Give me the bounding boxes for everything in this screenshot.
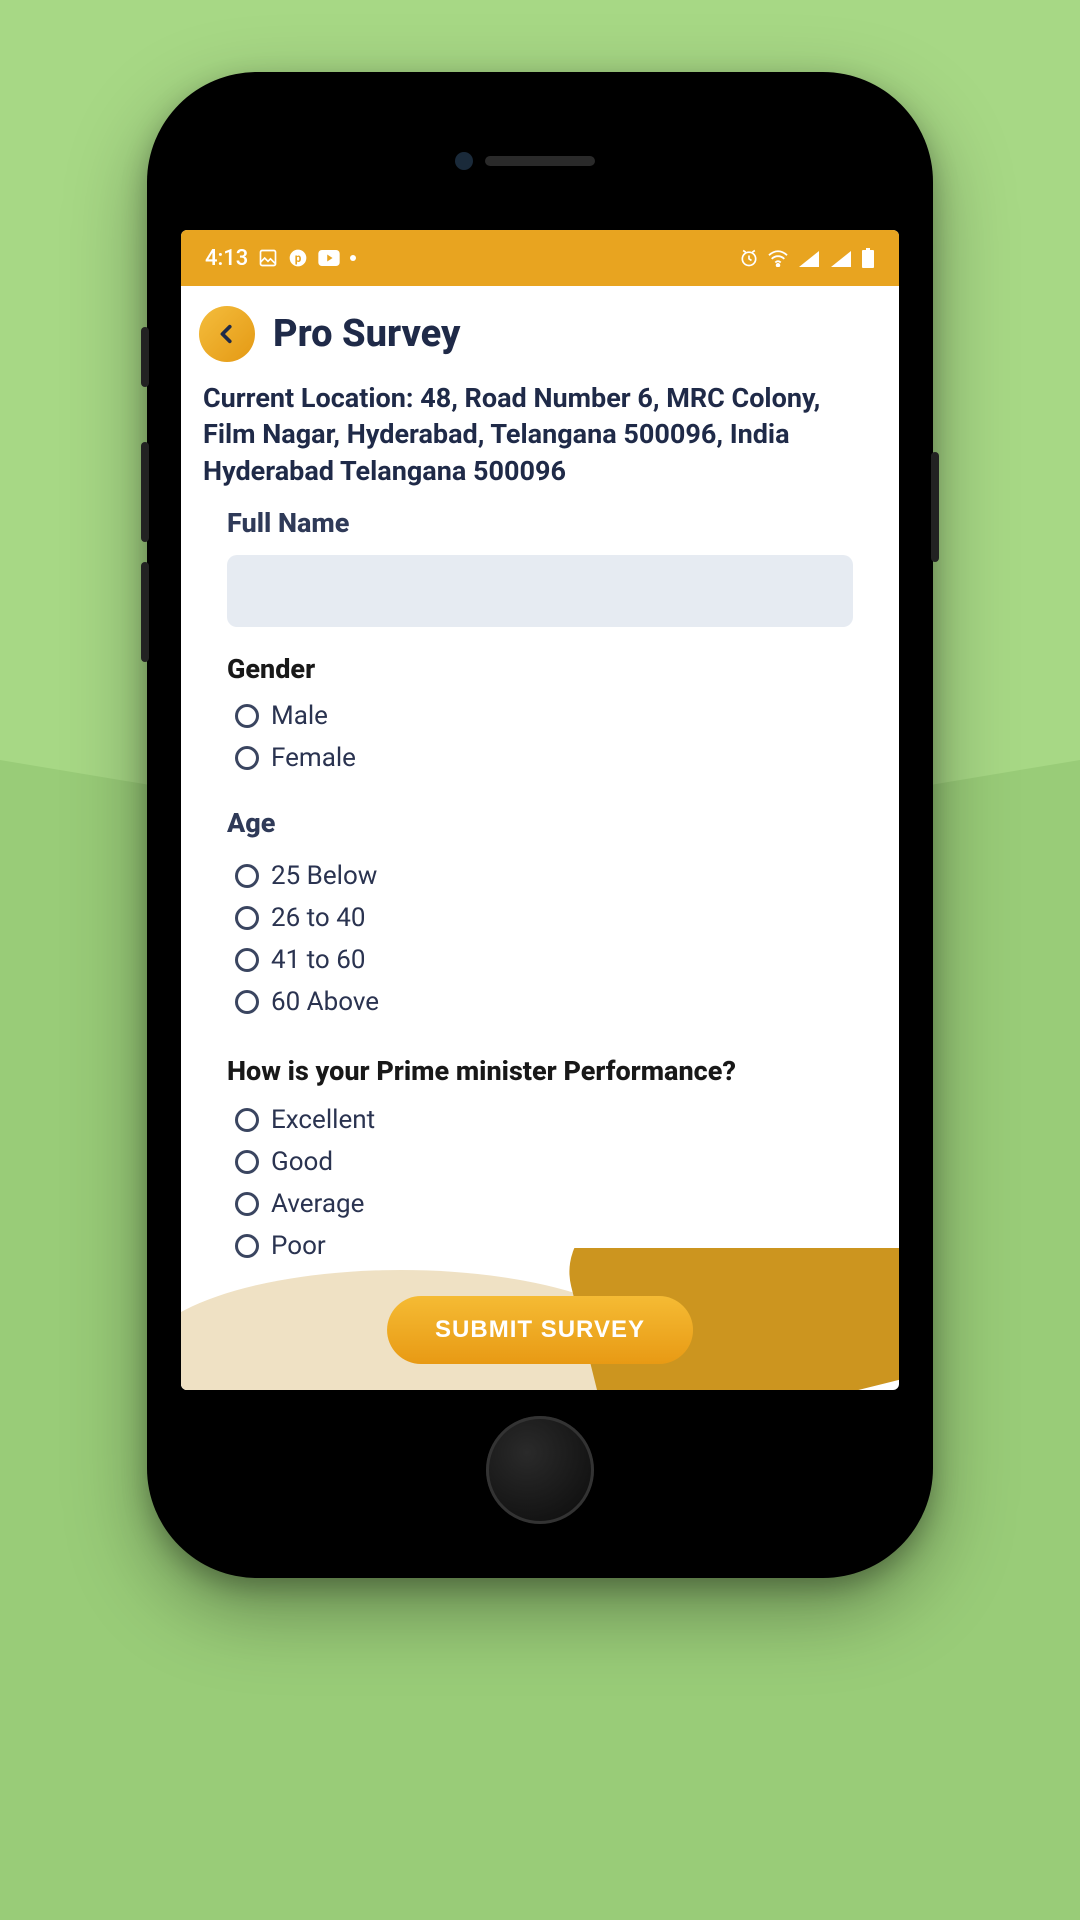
radio-label: Average [271, 1189, 364, 1219]
pm-performance-label: How is your Prime minister Performance? [227, 1055, 853, 1089]
phone-camera [455, 152, 473, 170]
svg-text:p: p [295, 251, 302, 265]
radio-label: Good [271, 1147, 333, 1177]
radio-label: 25 Below [271, 861, 377, 891]
radio-icon [235, 1150, 259, 1174]
radio-label: Female [271, 743, 356, 773]
radio-age-26-40[interactable]: 26 to 40 [235, 897, 853, 939]
back-button[interactable] [199, 306, 255, 362]
screen: 4:13 p [181, 230, 899, 1390]
submit-survey-button[interactable]: SUBMIT SURVEY [387, 1296, 693, 1364]
status-time: 4:13 [205, 246, 248, 271]
radio-pm-good[interactable]: Good [235, 1141, 853, 1183]
status-left: 4:13 p [205, 246, 356, 271]
battery-icon [861, 248, 875, 268]
current-location-text: Current Location: 48, Road Number 6, MRC… [203, 380, 877, 489]
radio-age-25-below[interactable]: 25 Below [235, 855, 853, 897]
radio-gender-male[interactable]: Male [235, 695, 853, 737]
status-bar: 4:13 p [181, 230, 899, 286]
status-right [739, 248, 875, 268]
phone-bezel: 4:13 p [165, 90, 915, 1560]
age-options: 25 Below 26 to 40 41 to 60 60 Above [227, 855, 853, 1023]
radio-icon [235, 1192, 259, 1216]
radio-label: 41 to 60 [271, 945, 365, 975]
radio-icon [235, 746, 259, 770]
full-name-label: Full Name [227, 507, 853, 539]
radio-icon [235, 990, 259, 1014]
page-header: Pro Survey [181, 286, 899, 374]
survey-form: Full Name Gender Male Female Age [203, 507, 877, 1267]
full-name-input[interactable] [227, 555, 853, 627]
call-signal-1-icon [797, 249, 821, 267]
radio-label: 26 to 40 [271, 903, 365, 933]
wifi-icon [767, 249, 789, 267]
app-p-icon: p [288, 248, 308, 268]
phone-side-button [931, 452, 939, 562]
radio-gender-female[interactable]: Female [235, 737, 853, 779]
page-title: Pro Survey [273, 312, 460, 356]
alarm-icon [739, 248, 759, 268]
image-icon [258, 248, 278, 268]
home-button[interactable] [486, 1416, 594, 1524]
radio-icon [235, 704, 259, 728]
radio-icon [235, 906, 259, 930]
youtube-icon [318, 250, 340, 266]
gender-options: Male Female [227, 695, 853, 779]
footer-wave-area: SUBMIT SURVEY [181, 1248, 899, 1390]
phone-side-button [141, 562, 149, 662]
phone-speaker [485, 156, 595, 166]
age-label: Age [227, 807, 853, 839]
content: Current Location: 48, Road Number 6, MRC… [181, 374, 899, 1267]
radio-age-60-above[interactable]: 60 Above [235, 981, 853, 1023]
phone-frame: 4:13 p [147, 72, 933, 1578]
phone-side-button [141, 327, 149, 387]
radio-pm-average[interactable]: Average [235, 1183, 853, 1225]
chevron-left-icon [216, 323, 238, 345]
dot-icon [350, 255, 356, 261]
call-signal-2-icon [829, 249, 853, 267]
radio-label: 60 Above [271, 987, 379, 1017]
radio-label: Excellent [271, 1105, 375, 1135]
radio-label: Male [271, 701, 328, 731]
radio-pm-excellent[interactable]: Excellent [235, 1099, 853, 1141]
phone-side-button [141, 442, 149, 542]
pm-options: Excellent Good Average Poor [227, 1099, 853, 1267]
radio-icon [235, 864, 259, 888]
radio-icon [235, 948, 259, 972]
radio-age-41-60[interactable]: 41 to 60 [235, 939, 853, 981]
radio-icon [235, 1108, 259, 1132]
gender-label: Gender [227, 653, 853, 685]
